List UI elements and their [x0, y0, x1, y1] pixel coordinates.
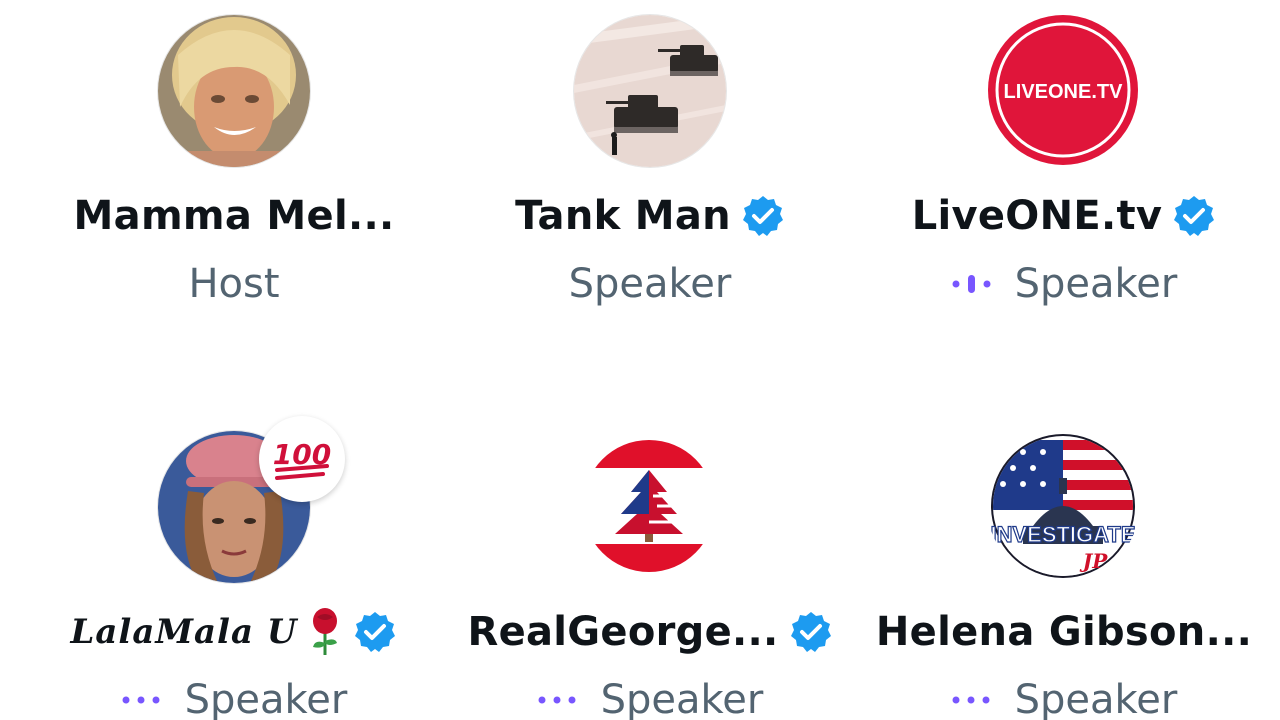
participant-role: Speaker: [568, 261, 732, 307]
participant-name: Tank Man: [515, 193, 731, 239]
participant-role: Speaker: [184, 677, 348, 720]
verified-badge-icon: [741, 194, 785, 238]
participant-role: Speaker: [1014, 677, 1178, 720]
participant-role: Speaker: [600, 677, 764, 720]
avatar[interactable]: [573, 430, 727, 584]
participant-role: Speaker: [1014, 261, 1178, 307]
lebanon-flag-avatar: [573, 430, 725, 582]
participants-grid: Mamma Mel... Host Tank Man Speaker LIVEO…: [0, 0, 1280, 720]
participant-name: LalaMala U: [70, 612, 298, 652]
speaking-indicator-icon: [121, 690, 167, 710]
participant-card[interactable]: INVESTIGATE JP Helena Gibson... Speaker: [854, 430, 1274, 720]
verified-badge-icon: [1172, 194, 1216, 238]
avatar-photo: [158, 15, 310, 167]
hundred-points-reaction-icon: 100: [259, 416, 345, 502]
participant-card[interactable]: LIVEONE.TV LiveONE.tv Speaker: [854, 14, 1274, 310]
rose-emoji-icon: [307, 607, 343, 657]
svg-text:JP: JP: [1079, 549, 1108, 573]
participant-card[interactable]: Tank Man Speaker: [440, 14, 860, 310]
avatar-photo: [574, 15, 726, 167]
svg-text:INVESTIGATE: INVESTIGATE: [990, 522, 1135, 547]
participant-name: RealGeorge...: [467, 609, 779, 655]
avatar[interactable]: INVESTIGATE JP: [987, 430, 1141, 584]
avatar[interactable]: [157, 14, 311, 168]
avatar[interactable]: 100: [157, 416, 345, 584]
participant-name: Helena Gibson...: [875, 609, 1253, 655]
participant-card[interactable]: RealGeorge... Speaker: [440, 430, 860, 720]
investigate-logo: INVESTIGATE JP: [987, 430, 1139, 582]
avatar[interactable]: [573, 14, 727, 168]
verified-badge-icon: [353, 610, 397, 654]
liveone-logo: LIVEONE.TV: [988, 15, 1138, 165]
participant-name: Mamma Mel...: [73, 193, 395, 239]
speaking-indicator-icon: [951, 690, 997, 710]
participant-card[interactable]: 100 LalaMala U Speaker: [24, 416, 444, 720]
participant-name: LiveONE.tv: [911, 193, 1163, 239]
participant-role: Host: [188, 261, 280, 307]
avatar[interactable]: LIVEONE.TV: [987, 14, 1141, 168]
speaking-indicator-icon: [951, 274, 997, 294]
participant-card[interactable]: Mamma Mel... Host: [24, 14, 444, 310]
speaking-indicator-icon: [537, 690, 583, 710]
verified-badge-icon: [789, 610, 833, 654]
svg-text:LIVEONE.TV: LIVEONE.TV: [1004, 81, 1124, 103]
